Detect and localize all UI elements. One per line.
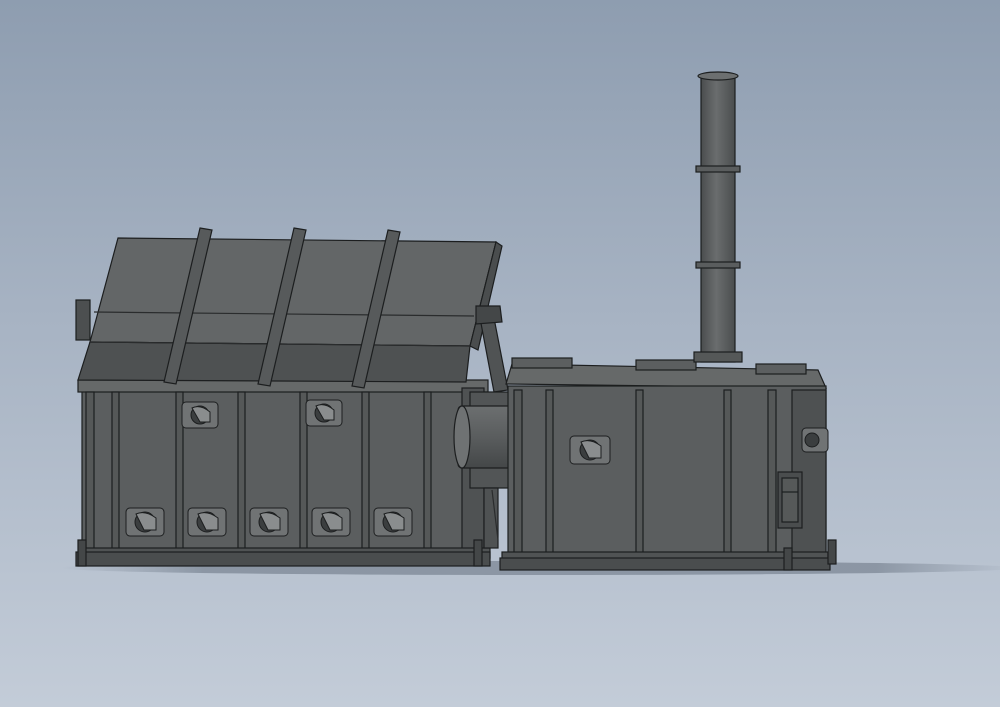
burner-port — [125, 507, 165, 537]
burner-port — [373, 507, 413, 537]
secondary-chamber[interactable] — [501, 357, 829, 565]
burner-port — [249, 507, 289, 537]
incinerator-model — [60, 71, 1000, 575]
side-burner-elbow — [801, 427, 829, 453]
cad-viewport[interactable] — [0, 0, 1000, 707]
burner-port — [181, 401, 219, 429]
burner-port — [305, 399, 343, 427]
exhaust-stack[interactable] — [693, 71, 743, 363]
burner-port — [311, 507, 351, 537]
hinged-lid[interactable] — [77, 227, 509, 393]
access-door[interactable] — [777, 471, 803, 529]
burner-port — [187, 507, 227, 537]
secondary-burner-port — [569, 435, 611, 465]
